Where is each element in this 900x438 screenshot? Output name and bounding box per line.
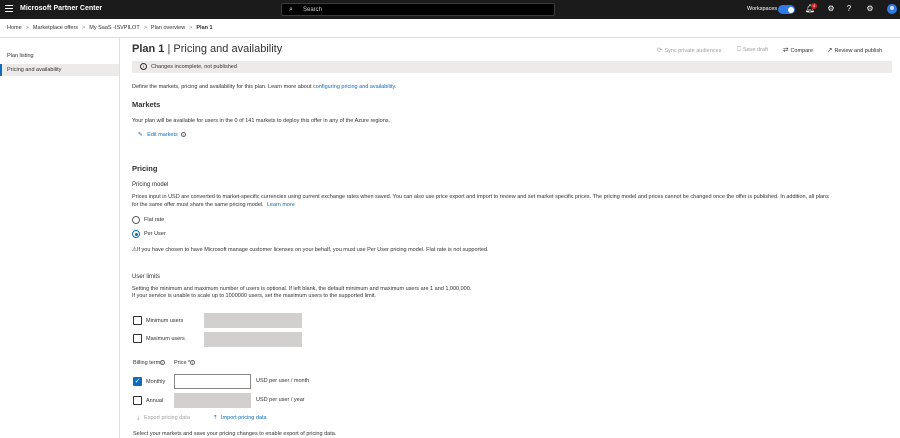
- annual-price-input[interactable]: [174, 393, 251, 408]
- compare-icon: ⇄: [783, 47, 789, 54]
- per-user-label: Per User: [144, 231, 166, 237]
- sync-icon: ⟳: [657, 47, 663, 54]
- edit-markets-link[interactable]: ✎ Edit markets i: [138, 132, 186, 138]
- annual-label: Annual: [146, 398, 164, 404]
- save-icon: ⎕: [737, 46, 741, 53]
- info-icon[interactable]: i: [160, 360, 166, 366]
- edit-icon: ✎: [138, 132, 143, 138]
- breadcrumb-offer[interactable]: My SaaS -ISVPILOT: [89, 25, 139, 31]
- intro-text: Define the markets, pricing and availabi…: [132, 84, 397, 90]
- price-label: Price * i: [174, 360, 196, 366]
- pricing-model-label: Pricing model: [132, 182, 169, 188]
- breadcrumb: Home > Marketplace offers > My SaaS -ISVPILO…: [7, 25, 213, 31]
- status-text: Changes incomplete, not published: [151, 64, 237, 70]
- user-limits-desc-line2: If your service is unable to scale up to…: [132, 293, 376, 299]
- top-bar: Microsoft Partner Center ⌕ Search Worksp…: [0, 0, 900, 19]
- info-icon: i: [140, 63, 147, 70]
- learn-more-link[interactable]: Learn more: [267, 202, 295, 208]
- configuring-pricing-link[interactable]: configuring pricing and availability.: [313, 84, 396, 90]
- export-pricing-button[interactable]: ⤓ Export pricing data: [137, 415, 190, 422]
- download-icon: ⤓: [137, 415, 140, 421]
- search-icon: ⌕: [289, 6, 293, 13]
- flat-rate-label: Flat rate: [144, 217, 165, 223]
- per-user-radio[interactable]: [132, 230, 140, 238]
- workspaces-label: Workspaces: [747, 6, 778, 12]
- pricing-desc-line2: for the same offer must share the same p…: [132, 202, 295, 208]
- minimum-users-checkbox[interactable]: [133, 316, 142, 325]
- status-bar: i Changes incomplete, not published: [132, 61, 892, 73]
- sync-private-audiences-button[interactable]: ⟳ Sync private audiences: [657, 46, 721, 54]
- minimum-users-label: Minimum users: [146, 318, 184, 324]
- breadcrumb-current: Plan 1: [196, 25, 213, 31]
- review-publish-button[interactable]: ↗ Review and publish: [827, 46, 882, 54]
- import-pricing-button[interactable]: ⤒ Import pricing data: [214, 415, 267, 422]
- upload-icon: ⤒: [214, 415, 217, 421]
- breadcrumb-separator: >: [143, 25, 147, 31]
- breadcrumb-separator: >: [82, 25, 86, 31]
- breadcrumb-plan-overview[interactable]: Plan overview: [151, 25, 185, 31]
- monthly-checkbox[interactable]: ✓: [133, 377, 142, 386]
- brand-title[interactable]: Microsoft Partner Center: [20, 5, 102, 12]
- user-limits-label: User limits: [132, 274, 160, 280]
- monthly-label: Monthly: [146, 379, 166, 385]
- save-draft-button[interactable]: ⎕ Save draft: [737, 46, 768, 54]
- annual-unit: USD per user / year: [256, 397, 305, 403]
- divider: [0, 37, 900, 38]
- markets-heading: Markets: [132, 100, 161, 109]
- user-limits-desc-line1: Setting the minimum and maximum number o…: [132, 286, 472, 292]
- breadcrumb-marketplace-offers[interactable]: Marketplace offers: [33, 25, 78, 31]
- left-nav: Plan listing Pricing and availability: [0, 38, 120, 438]
- warning-text: ⚠︎If you have chosen to have Microsoft m…: [132, 247, 489, 253]
- breadcrumb-separator: >: [25, 25, 29, 31]
- search-placeholder: Search: [303, 6, 323, 13]
- settings-icon[interactable]: ⚙︎: [826, 4, 836, 14]
- pricing-heading: Pricing: [132, 164, 158, 173]
- notification-badge: 4: [811, 3, 817, 9]
- info-icon[interactable]: i: [180, 132, 186, 138]
- info-icon[interactable]: i: [190, 360, 196, 366]
- flat-rate-radio[interactable]: [132, 216, 140, 224]
- compare-button[interactable]: ⇄ Compare: [783, 46, 813, 54]
- hamburger-menu-icon[interactable]: [5, 5, 13, 14]
- publish-icon: ↗: [827, 47, 833, 54]
- search-input[interactable]: ⌕ Search: [281, 3, 555, 16]
- annual-checkbox[interactable]: [133, 396, 142, 405]
- billing-term-label: Billing term i: [133, 360, 166, 366]
- breadcrumb-separator: >: [189, 25, 193, 31]
- maximum-users-label: Maximum users: [146, 336, 185, 342]
- minimum-users-input[interactable]: [204, 313, 302, 328]
- gear-icon[interactable]: ⚙︎: [865, 4, 875, 14]
- monthly-price-input[interactable]: [174, 374, 251, 389]
- maximum-users-input[interactable]: [204, 332, 302, 347]
- help-icon[interactable]: ?: [844, 4, 854, 14]
- workspaces-toggle[interactable]: [778, 5, 795, 14]
- markets-text: Your plan will be available for users in…: [132, 118, 391, 124]
- maximum-users-checkbox[interactable]: [133, 334, 142, 343]
- nav-item-plan-listing[interactable]: Plan listing: [0, 50, 119, 62]
- page-title: Plan 1 | Pricing and availability: [132, 43, 283, 55]
- avatar[interactable]: [887, 4, 897, 14]
- nav-item-pricing-availability[interactable]: Pricing and availability: [0, 64, 119, 76]
- pricing-desc-line1: Prices input in USD are converted to mar…: [132, 194, 829, 200]
- export-note: Select your markets and save your pricin…: [133, 431, 337, 437]
- breadcrumb-home[interactable]: Home: [7, 25, 22, 31]
- monthly-unit: USD per user / month: [256, 378, 310, 384]
